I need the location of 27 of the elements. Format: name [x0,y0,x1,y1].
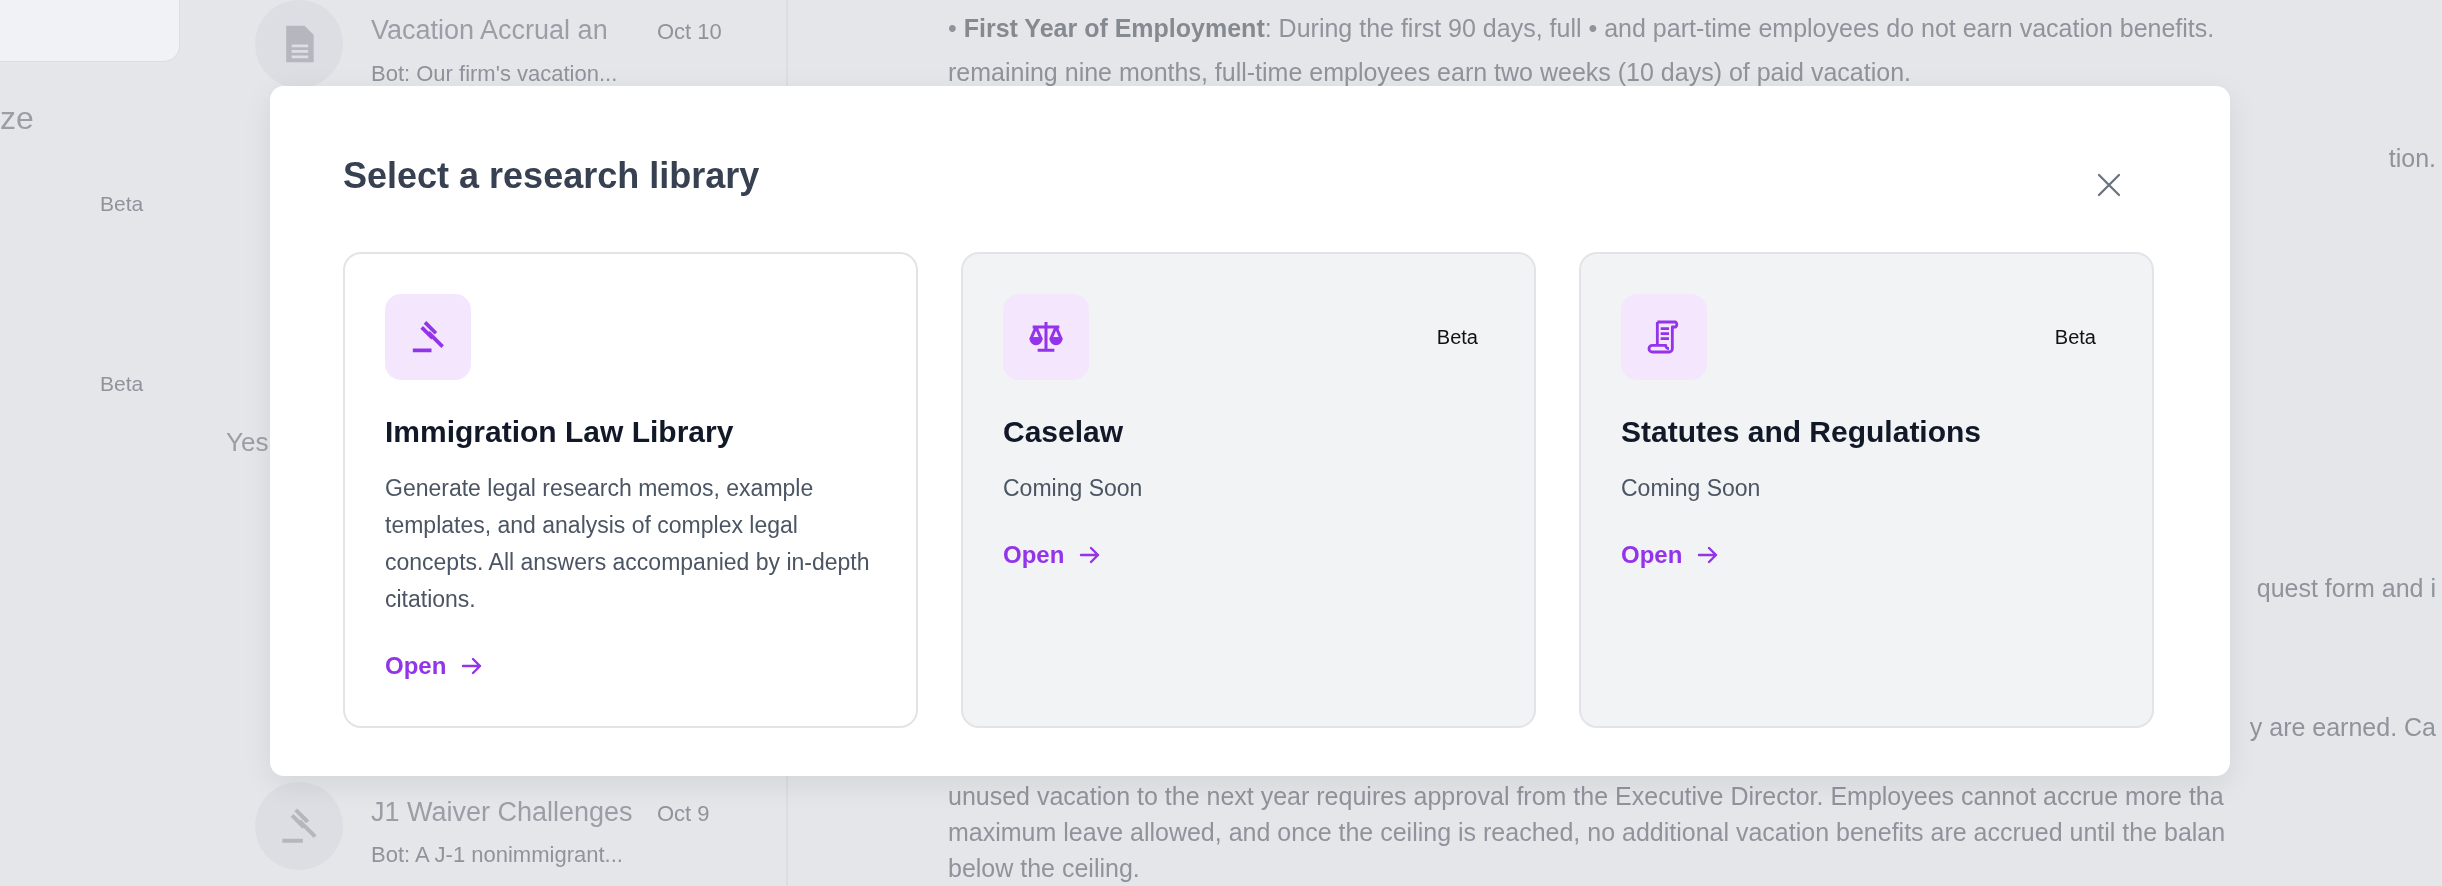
beta-label: Beta [99,370,145,397]
conversation-preview: Bot: Our firm's vacation... [371,59,619,88]
card-description: Generate legal research memos, example templates, and analysis of complex legal concepts. All answers accompanied by in-depth citations. [385,473,871,614]
document-text: • First Year of Employment: During the first 90 days, full • and part-time employees do not earn vacation benefits. [948,13,2216,44]
document-text: quest form and i [2255,573,2436,604]
open-link[interactable]: Open [385,647,485,684]
conversation-preview: Bot: A J-1 nonimmigrant... [371,841,624,869]
sidebar-label: ze [0,102,35,134]
beta-label: Beta [1436,324,1478,350]
document-text: maximum leave allowed, and once the ceiling is reached, no additional vacation benefits are accrued until the balan [948,817,2227,848]
document-text: y are earned. Ca [2248,712,2436,743]
dialog-title: Select a research library [343,156,760,196]
document-text: remaining nine months, full-time employees earn two weeks (10 days) of paid vacation. [948,57,1912,88]
card-description: Coming Soon [1003,473,1144,503]
card-title: Immigration Law Library [385,413,735,450]
document-text: unused vacation to the next year requires approval from the Executive Director. Employees cannot accrue more tha [948,781,2225,812]
section-label: Yes [226,426,269,459]
library-card[interactable]: Immigration Law Library Generate legal research memos, example templates, and analysis of complex legal concepts. All answers accompanied by in-depth citations. Open [343,251,918,728]
beta-label: Beta [2054,324,2096,350]
beta-label: Beta [99,191,145,217]
card-title: Statutes and Regulations [1621,413,1983,450]
document-text: tion. [2387,143,2436,174]
document-text: below the ceiling. [948,853,1141,884]
conversation-date: Oct 10 [657,18,722,46]
conversation-date: Oct 9 [657,799,710,828]
card-title: Caselaw [1003,413,1125,450]
card-description: Coming Soon [1621,473,1762,503]
